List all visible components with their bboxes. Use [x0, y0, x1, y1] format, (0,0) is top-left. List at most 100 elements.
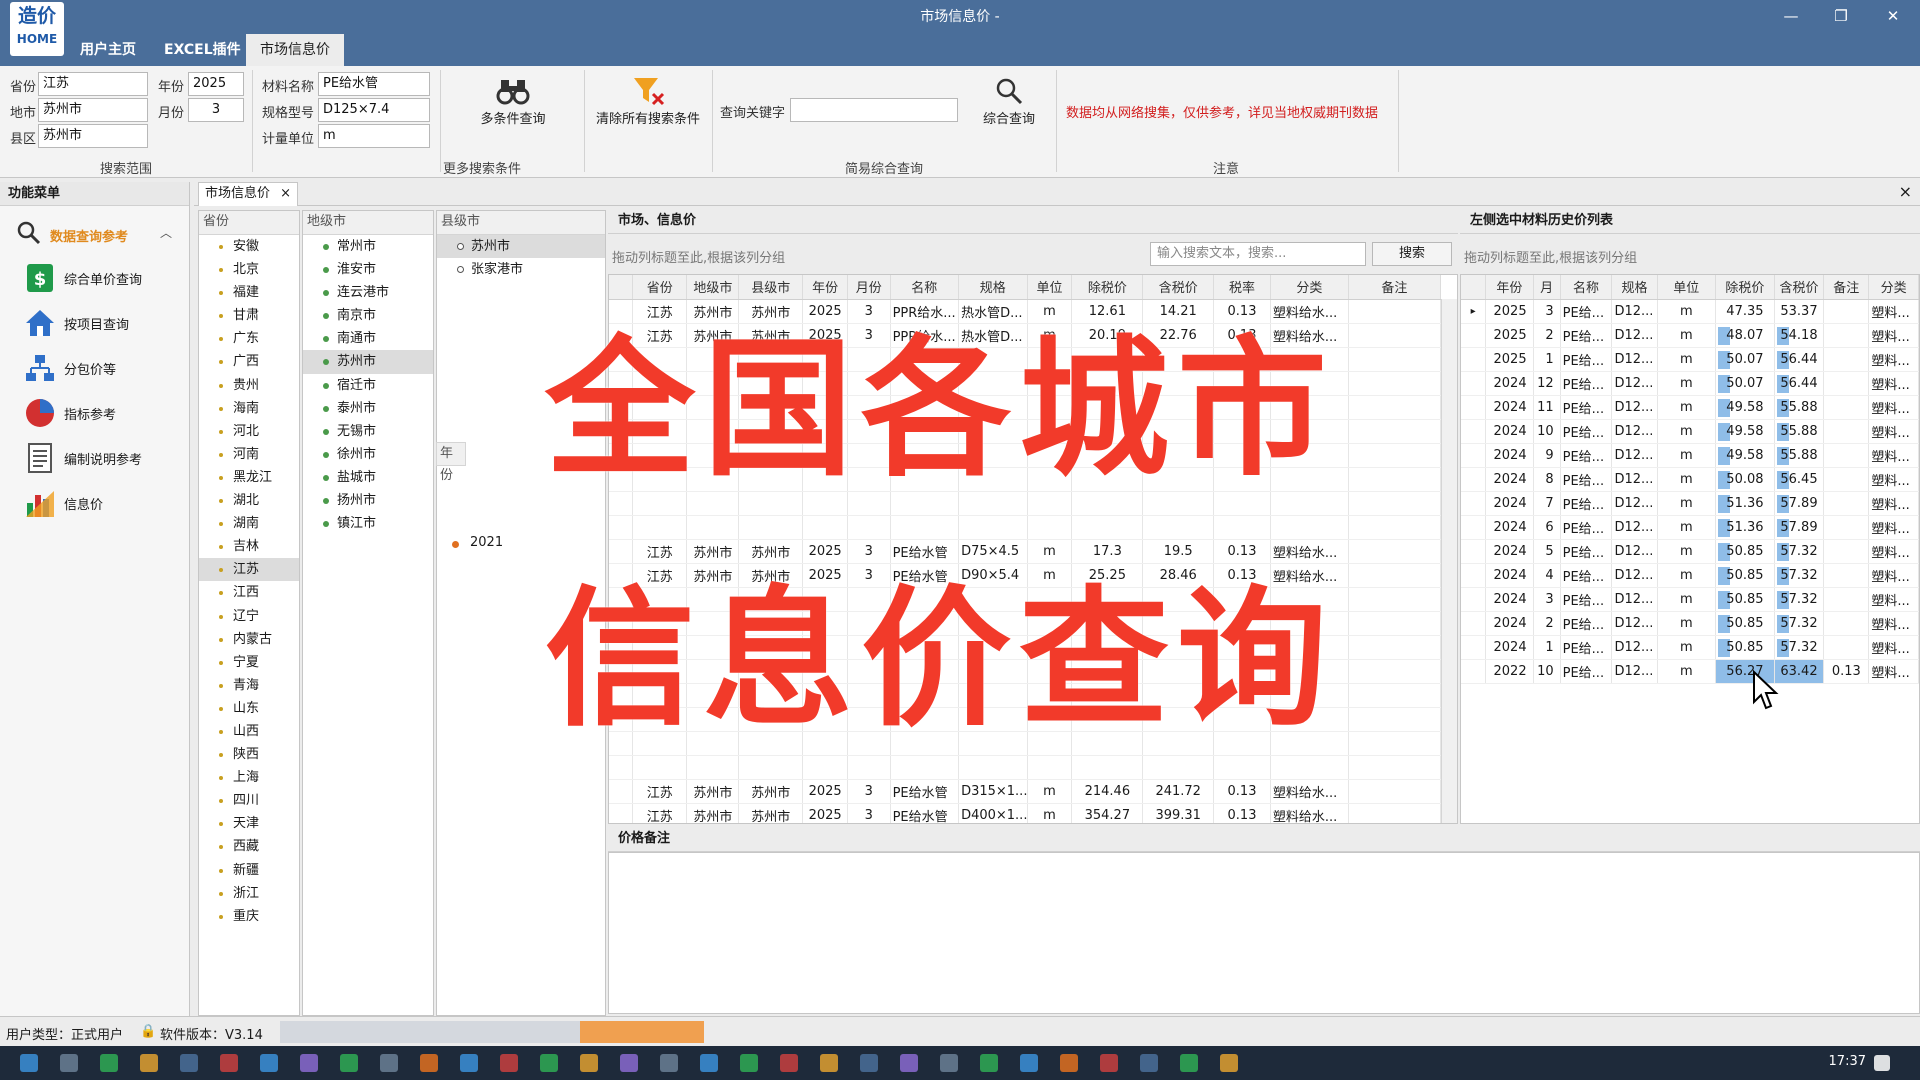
province-item[interactable]: 重庆	[199, 905, 299, 928]
column-header[interactable]: 备注	[1823, 275, 1870, 300]
multi-search-button[interactable]: 多条件查询	[470, 76, 556, 127]
material-input[interactable]: PE给水管	[318, 72, 430, 96]
table-row[interactable]: 2024 9 PE给... D12... m 49.58 55.88 塑料...	[1461, 443, 1919, 468]
taskbar-app-icon[interactable]	[340, 1054, 358, 1072]
province-item[interactable]: 天津	[199, 812, 299, 835]
city-item[interactable]: 徐州市	[303, 443, 433, 466]
taskbar-app-icon[interactable]	[300, 1054, 318, 1072]
taskbar-app-icon[interactable]	[1180, 1054, 1198, 1072]
year-input[interactable]: 2025	[188, 72, 244, 96]
taskbar-app-icon[interactable]	[1020, 1054, 1038, 1072]
province-item[interactable]: 青海	[199, 674, 299, 697]
taskbar-app-icon[interactable]	[420, 1054, 438, 1072]
taskbar-app-icon[interactable]	[140, 1054, 158, 1072]
menu-subcontract[interactable]: 分包价等	[24, 348, 184, 388]
taskbar-app-icon[interactable]	[660, 1054, 678, 1072]
taskbar-app-icon[interactable]	[260, 1054, 278, 1072]
menu-info-price[interactable]: 信息价	[24, 483, 184, 523]
taskbar-app-icon[interactable]	[1060, 1054, 1078, 1072]
month-input[interactable]: 3	[188, 98, 244, 122]
doc-tab-market-price[interactable]: 市场信息价 ×	[198, 182, 298, 206]
province-item[interactable]: 江西	[199, 581, 299, 604]
taskbar-app-icon[interactable]	[1220, 1054, 1238, 1072]
spec-input[interactable]: D125×7.4	[318, 98, 430, 122]
table-row[interactable]: ▸ 2025 3 PE给... D12... m 47.35 53.37 塑料...	[1461, 299, 1919, 324]
column-header[interactable]: 含税价	[1774, 275, 1825, 300]
column-header[interactable]: 除税价	[1071, 275, 1144, 300]
taskbar-app-icon[interactable]	[460, 1054, 478, 1072]
table-row[interactable]: 2024 4 PE给... D12... m 50.85 57.32 塑料...	[1461, 563, 1919, 588]
notification-icon[interactable]	[1874, 1055, 1890, 1071]
province-item[interactable]: 辽宁	[199, 605, 299, 628]
taskbar-app-icon[interactable]	[740, 1054, 758, 1072]
table-row[interactable]	[609, 755, 1442, 780]
city-item[interactable]: 泰州市	[303, 397, 433, 420]
column-header[interactable]: 规格	[958, 275, 1028, 300]
city-item[interactable]: 盐城市	[303, 466, 433, 489]
table-row[interactable]: 江苏 苏州市 苏州市 2025 3 PPR给水... 热水管D... m 12.61 14.21 0…	[609, 299, 1442, 324]
province-item[interactable]: 河南	[199, 443, 299, 466]
province-item[interactable]: 广东	[199, 327, 299, 350]
province-item[interactable]: 山东	[199, 697, 299, 720]
column-header[interactable]: 除税价	[1715, 275, 1775, 300]
city-item[interactable]: 连云港市	[303, 281, 433, 304]
table-row[interactable]: 2025 2 PE给... D12... m 48.07 54.18 塑料...	[1461, 323, 1919, 348]
province-item[interactable]: 吉林	[199, 535, 299, 558]
city-item[interactable]: 淮安市	[303, 258, 433, 281]
minimize-button[interactable]: —	[1774, 4, 1808, 28]
province-item[interactable]: 西藏	[199, 835, 299, 858]
column-header[interactable]: 备注	[1348, 275, 1442, 300]
menu-indicator[interactable]: 指标参考	[24, 393, 184, 433]
taskbar-app-icon[interactable]	[820, 1054, 838, 1072]
table-row[interactable]: 2024 2 PE给... D12... m 50.85 57.32 塑料...	[1461, 611, 1919, 636]
province-item[interactable]: 四川	[199, 789, 299, 812]
column-header[interactable]: 规格	[1611, 275, 1658, 300]
province-item[interactable]: 甘肃	[199, 304, 299, 327]
province-item[interactable]: 陕西	[199, 743, 299, 766]
clear-all-button[interactable]: 清除所有搜索条件	[592, 76, 704, 127]
city-item[interactable]: 扬州市	[303, 489, 433, 512]
table-row[interactable]: 2024 5 PE给... D12... m 50.85 57.32 塑料...	[1461, 539, 1919, 564]
column-header[interactable]: 月份	[847, 275, 891, 300]
province-item[interactable]: 安徽	[199, 235, 299, 258]
table-row[interactable]: 2024 10 PE给... D12... m 49.58 55.88 塑料...	[1461, 419, 1919, 444]
province-item[interactable]: 北京	[199, 258, 299, 281]
city-item[interactable]: 南京市	[303, 304, 433, 327]
table-row[interactable]: 2024 6 PE给... D12... m 51.36 57.89 塑料...	[1461, 515, 1919, 540]
county-input[interactable]: 苏州市	[38, 124, 148, 148]
unit-input[interactable]: m	[318, 124, 430, 148]
taskbar-app-icon[interactable]	[900, 1054, 918, 1072]
table-row[interactable]: 2024 12 PE给... D12... m 50.07 56.44 塑料...	[1461, 371, 1919, 396]
column-header[interactable]: 名称	[890, 275, 960, 300]
taskbar-app-icon[interactable]	[100, 1054, 118, 1072]
province-input[interactable]: 江苏	[38, 72, 148, 96]
tab-excel-plugin[interactable]: EXCEL插件	[150, 34, 255, 66]
tab-market-price[interactable]: 市场信息价	[246, 34, 344, 66]
section-data-query[interactable]: 数据查询参考 ︿	[0, 216, 190, 250]
taskbar-app-icon[interactable]	[500, 1054, 518, 1072]
close-button[interactable]: ✕	[1876, 4, 1910, 28]
taskbar-app-icon[interactable]	[620, 1054, 638, 1072]
taskbar-app-icon[interactable]	[380, 1054, 398, 1072]
column-header[interactable]: 单位	[1027, 275, 1073, 300]
taskbar-app-icon[interactable]	[220, 1054, 238, 1072]
column-header[interactable]: 年份	[802, 275, 849, 300]
taskbar-app-icon[interactable]	[540, 1054, 558, 1072]
province-item[interactable]: 湖北	[199, 489, 299, 512]
province-item[interactable]: 宁夏	[199, 651, 299, 674]
table-row[interactable]: 2022 10 PE给... D12... m 56.27 63.42 0.13 塑料...	[1461, 659, 1919, 684]
taskbar-app-icon[interactable]	[1100, 1054, 1118, 1072]
table-row[interactable]: 2024 8 PE给... D12... m 50.08 56.45 塑料...	[1461, 467, 1919, 492]
city-input[interactable]: 苏州市	[38, 98, 148, 122]
menu-by-project[interactable]: 按项目查询	[24, 303, 184, 343]
table-row[interactable]: 江苏 苏州市 苏州市 2025 3 PE给水管 D315×1... m 214.46 241.72…	[609, 779, 1442, 804]
province-item[interactable]: 河北	[199, 420, 299, 443]
taskbar-app-icon[interactable]	[940, 1054, 958, 1072]
tab-user-home[interactable]: 用户主页	[66, 34, 150, 66]
city-item[interactable]: 常州市	[303, 235, 433, 258]
taskbar-app-icon[interactable]	[1140, 1054, 1158, 1072]
taskbar-app-icon[interactable]	[60, 1054, 78, 1072]
combined-search-button[interactable]: 综合查询	[972, 76, 1046, 127]
column-header[interactable]: 名称	[1560, 275, 1613, 300]
province-item[interactable]: 江苏	[199, 558, 299, 582]
